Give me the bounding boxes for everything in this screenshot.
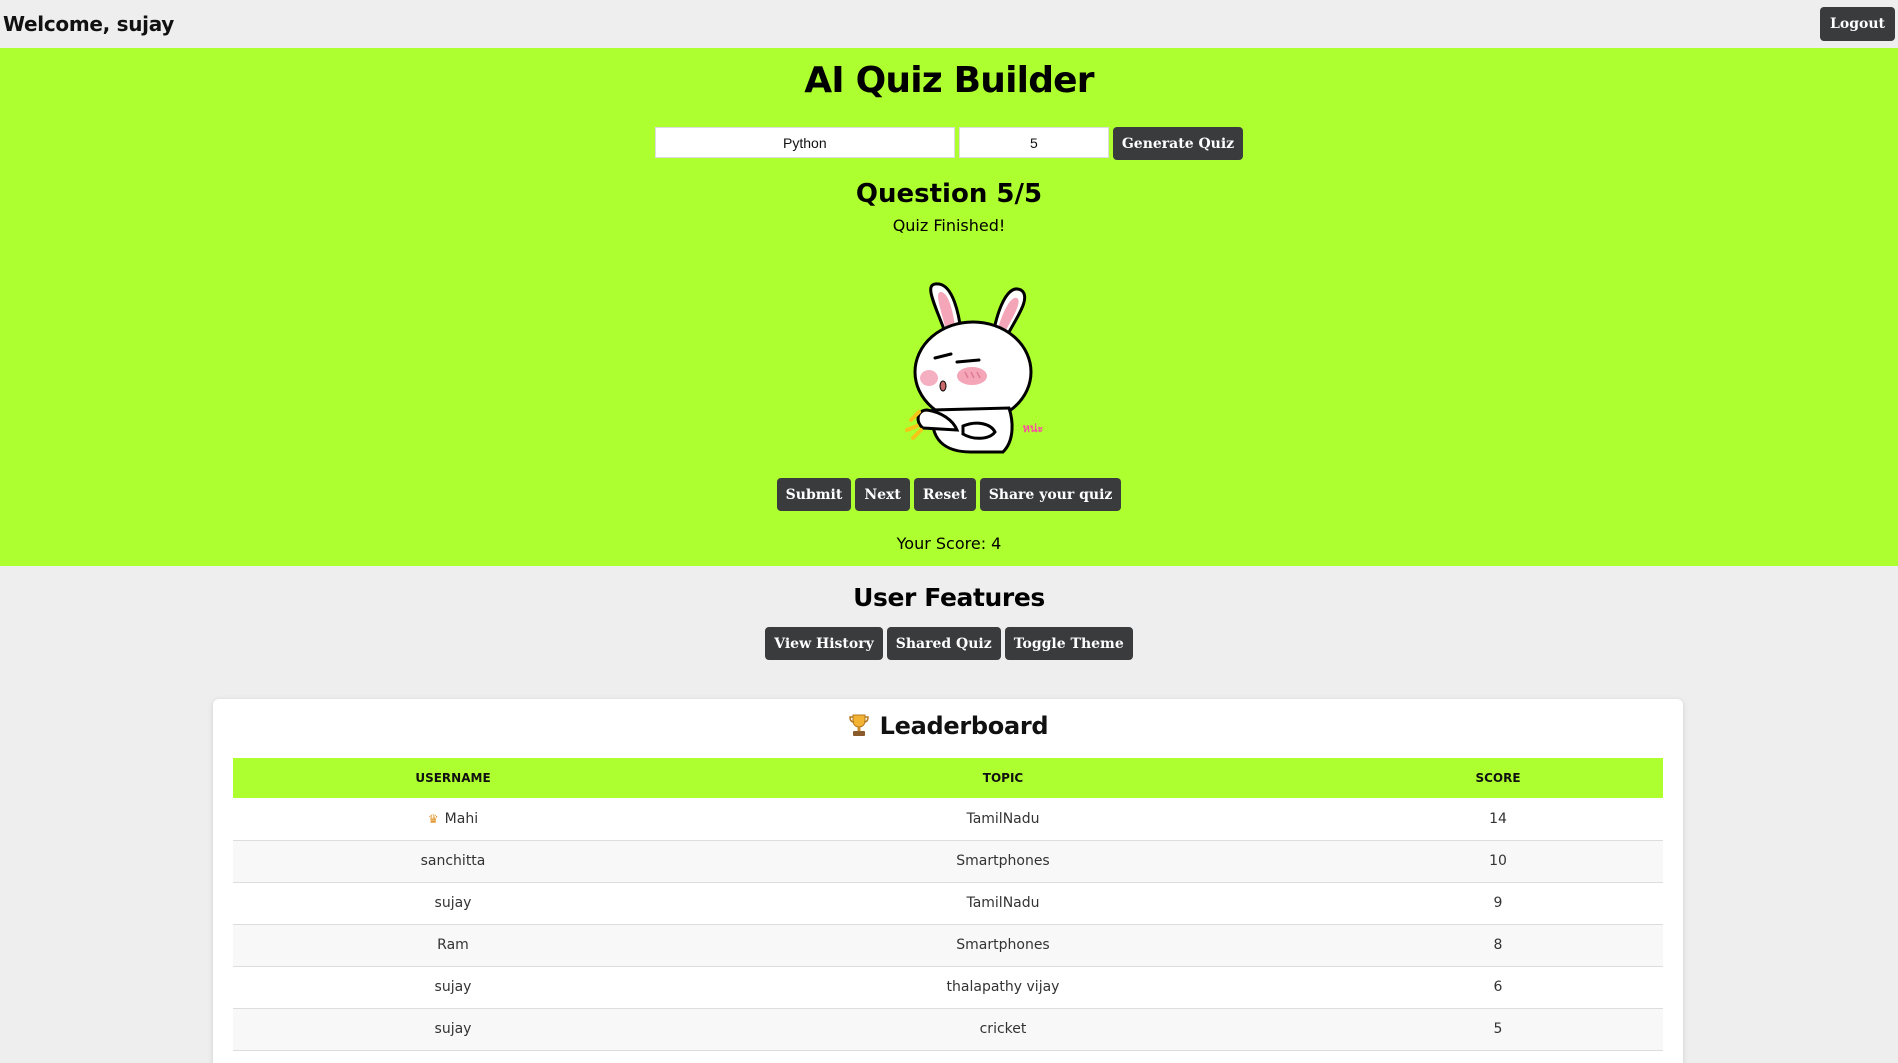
- top-bar: Welcome, sujay Logout: [0, 0, 1898, 48]
- username-cell: sujay: [233, 966, 673, 1009]
- question-heading: Question 5/5: [855, 179, 1043, 209]
- username: Mahi: [444, 810, 479, 827]
- share-quiz-button[interactable]: Share your quiz: [979, 478, 1122, 511]
- username-cell: ♛ Mahi: [233, 798, 673, 841]
- table-row: sujay cricket 5: [233, 1008, 1663, 1051]
- topic-cell: TamilNadu: [673, 798, 1333, 841]
- topic-cell: Smartphones: [673, 840, 1333, 883]
- table-row: Ram Smartphones 8: [233, 924, 1663, 967]
- generate-quiz-button[interactable]: Generate Quiz: [1112, 127, 1244, 160]
- score-cell: 14: [1333, 798, 1663, 841]
- table-row: ♛ Mahi TamilNadu 14: [233, 798, 1663, 841]
- topic-cell: cricket: [673, 1008, 1333, 1051]
- reset-button[interactable]: Reset: [913, 478, 976, 511]
- table-row: sujay TamilNadu 9: [233, 882, 1663, 925]
- user-features-actions: View History Shared Quiz Toggle Theme: [0, 627, 1898, 660]
- score-cell: 8: [1333, 924, 1663, 967]
- topic-cell: TamilNadu: [673, 882, 1333, 925]
- leaderboard-heading: Leaderboard: [213, 712, 1683, 740]
- table-header-row: USERNAME TOPIC SCORE: [233, 758, 1663, 798]
- column-header-score: SCORE: [1333, 758, 1663, 798]
- score-cell: 6: [1333, 966, 1663, 1009]
- username-cell: Ram: [233, 924, 673, 967]
- quiz-status: Quiz Finished!: [892, 216, 1006, 235]
- question-count-input[interactable]: [958, 127, 1109, 158]
- topic-cell: Smartphones: [673, 924, 1333, 967]
- score-cell: 10: [1333, 840, 1663, 883]
- username-cell: sujay: [233, 882, 673, 925]
- app-title: AI Quiz Builder: [804, 60, 1094, 101]
- toggle-theme-button[interactable]: Toggle Theme: [1004, 627, 1133, 660]
- next-button[interactable]: Next: [855, 478, 910, 511]
- leaderboard-table: USERNAME TOPIC SCORE ♛ Mahi TamilNadu 14 …: [233, 758, 1663, 1051]
- username-cell: sanchitta: [233, 840, 673, 883]
- topic-cell: thalapathy vijay: [673, 966, 1333, 1009]
- generate-form: Generate Quiz: [0, 127, 1898, 160]
- logout-button[interactable]: Logout: [1820, 7, 1895, 41]
- user-features-title: User Features: [853, 583, 1045, 612]
- crown-icon: ♛: [427, 811, 439, 826]
- quiz-section: AI Quiz Builder Generate Quiz Question 5…: [0, 48, 1898, 566]
- table-row: sujay thalapathy vijay 6: [233, 966, 1663, 1009]
- column-header-username: USERNAME: [233, 758, 673, 798]
- column-header-topic: TOPIC: [673, 758, 1333, 798]
- shared-quiz-button[interactable]: Shared Quiz: [886, 627, 1001, 660]
- view-history-button[interactable]: View History: [765, 627, 883, 660]
- table-row: sanchitta Smartphones 10: [233, 840, 1663, 883]
- username-cell: sujay: [233, 1008, 673, 1051]
- trophy-icon: [848, 714, 869, 736]
- leaderboard-card: Leaderboard USERNAME TOPIC SCORE ♛ Mahi T…: [213, 699, 1683, 1063]
- bunny-sticker: หน่ะ: [905, 282, 1044, 454]
- score-cell: 9: [1333, 882, 1663, 925]
- leaderboard-title: Leaderboard: [879, 712, 1049, 740]
- sticker-text: หน่ะ: [1023, 422, 1044, 435]
- submit-button[interactable]: Submit: [776, 478, 852, 511]
- score-text: Your Score: 4: [896, 534, 1002, 553]
- topic-input[interactable]: [654, 127, 955, 158]
- welcome-text: Welcome, sujay: [3, 12, 175, 36]
- quiz-actions: Submit Next Reset Share your quiz: [0, 478, 1898, 511]
- score-cell: 5: [1333, 1008, 1663, 1051]
